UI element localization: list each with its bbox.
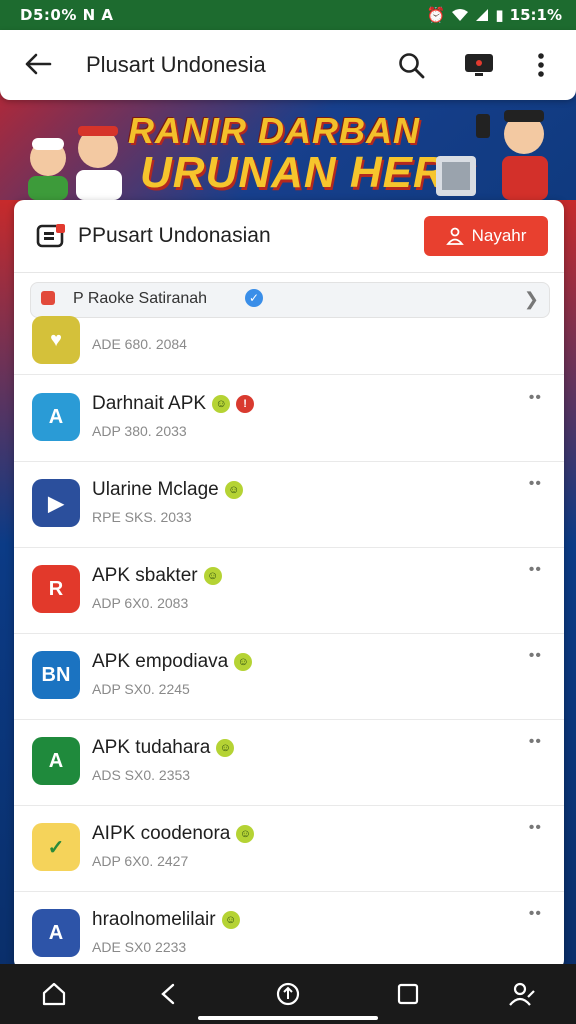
rating-badge-icon: ☺ bbox=[221, 911, 240, 929]
gesture-home-bar[interactable] bbox=[198, 1016, 378, 1020]
app-icon: A bbox=[32, 737, 80, 785]
recents-icon[interactable] bbox=[394, 980, 422, 1008]
alert-badge-icon: ! bbox=[236, 395, 255, 413]
app-icon: ♥ bbox=[32, 316, 80, 364]
rating-badge-icon: ☺ bbox=[216, 739, 235, 757]
mascot-left-illustration bbox=[28, 126, 122, 200]
profile-icon[interactable] bbox=[508, 980, 536, 1008]
mascot-right-illustration bbox=[436, 110, 548, 200]
list-item[interactable]: ✓ AIPK coodenora ☺ ADP 6X0. 2427 •• bbox=[14, 805, 564, 892]
app-name: APK empodiava ☺ bbox=[92, 651, 253, 673]
app-name: APK tudahara ☺ bbox=[92, 737, 235, 759]
more-options-icon[interactable]: •• bbox=[529, 733, 542, 751]
app-name: Ularine Mclage ☺ bbox=[92, 479, 243, 501]
back-arrow-icon[interactable] bbox=[24, 52, 52, 76]
app-name: AIPK coodenora ☺ bbox=[92, 823, 255, 845]
app-meta: ADP 6X0. 2083 bbox=[92, 595, 189, 611]
list-item[interactable]: BN APK empodiava ☺ ADP SX0. 2245 •• bbox=[14, 633, 564, 720]
pin-icon bbox=[41, 291, 55, 305]
rating-badge-icon: ☺ bbox=[234, 653, 253, 671]
app-meta: ADE 680. 2084 bbox=[92, 336, 187, 352]
status-right: ⏰ ▮ 15:1% bbox=[427, 6, 562, 24]
follow-button[interactable]: Nayahr bbox=[424, 216, 548, 256]
more-options-icon[interactable]: •• bbox=[529, 475, 542, 493]
app-icon: BN bbox=[32, 651, 80, 699]
list-item[interactable]: A Darhnait APK ☺! ADP 380. 2033 •• bbox=[14, 375, 564, 462]
app-icon: ✓ bbox=[32, 823, 80, 871]
status-bar: D5:0% N A ⏰ ▮ 15:1% bbox=[0, 0, 576, 30]
developer-card: PPusart Undonasian Nayahr P Raoke Satira… bbox=[14, 200, 564, 970]
app-meta: ADS SX0. 2353 bbox=[92, 767, 191, 783]
home-icon[interactable] bbox=[40, 980, 68, 1008]
app-meta: ADE SX0 2233 bbox=[92, 939, 187, 955]
rating-badge-icon: ☺ bbox=[224, 481, 243, 499]
more-options-icon[interactable]: •• bbox=[529, 647, 542, 665]
rating-badge-icon: ☺ bbox=[203, 567, 222, 585]
promo-banner[interactable]: RANIR DARBAN URUNAN HERS bbox=[0, 100, 576, 200]
rating-badge-icon: ☺ bbox=[236, 825, 255, 843]
more-options-icon[interactable]: •• bbox=[529, 389, 542, 407]
nav-back-icon[interactable] bbox=[154, 980, 182, 1008]
rating-badge-icon: ☺ bbox=[212, 395, 231, 413]
app-name: hraolnomelilair ☺ bbox=[92, 909, 240, 931]
share-icon[interactable] bbox=[274, 980, 302, 1008]
signal-icon bbox=[476, 9, 489, 21]
banner-title-line-2: URUNAN HERS bbox=[140, 148, 477, 197]
app-icon: ▶ bbox=[32, 479, 80, 527]
developer-header: PPusart Undonasian Nayahr bbox=[14, 200, 564, 273]
app-name: Darhnait APK ☺! bbox=[92, 393, 255, 415]
app-icon: A bbox=[32, 393, 80, 441]
page-title: Plusart Undonesia bbox=[86, 52, 266, 77]
list-item[interactable]: R APK sbakter ☺ ADP 6X0. 2083 •• bbox=[14, 547, 564, 634]
list-item[interactable]: A hraolnomelilair ☺ ADE SX0 2233 •• bbox=[14, 891, 564, 970]
app-name: APK sbakter ☺ bbox=[92, 565, 222, 587]
wifi-icon bbox=[452, 9, 469, 21]
list-item[interactable]: ♥ ADE 680. 2084 bbox=[14, 316, 564, 375]
list-item[interactable]: ▶ Ularine Mclage ☺ RPE SKS. 2033 •• bbox=[14, 461, 564, 548]
app-icon: A bbox=[32, 909, 80, 957]
person-icon bbox=[445, 227, 464, 245]
app-meta: ADP 6X0. 2427 bbox=[92, 853, 189, 869]
developer-logo-icon bbox=[36, 224, 65, 248]
status-time: D5:0% N A bbox=[20, 6, 114, 24]
follow-button-label: Nayahr bbox=[471, 226, 527, 245]
app-meta: ADP SX0. 2245 bbox=[92, 681, 190, 697]
alarm-icon: ⏰ bbox=[426, 6, 446, 24]
more-options-icon[interactable]: •• bbox=[529, 819, 542, 837]
app-bar: Plusart Undonesia bbox=[0, 30, 576, 100]
more-options-icon[interactable]: •• bbox=[529, 905, 542, 923]
more-options-icon[interactable]: •• bbox=[529, 561, 542, 579]
banner-title-line-1: RANIR DARBAN bbox=[128, 110, 420, 151]
search-icon[interactable] bbox=[396, 50, 426, 80]
system-nav-bar bbox=[0, 964, 576, 1024]
category-label: P Raoke Satiranah bbox=[73, 290, 208, 307]
list-item[interactable]: A APK tudahara ☺ ADS SX0. 2353 •• bbox=[14, 719, 564, 806]
battery-icon: ▮ bbox=[495, 6, 504, 24]
cast-icon[interactable] bbox=[464, 50, 494, 80]
developer-name: PPusart Undonasian bbox=[78, 224, 271, 247]
app-meta: RPE SKS. 2033 bbox=[92, 509, 192, 525]
battery-level: 15:1% bbox=[509, 6, 562, 24]
chevron-right-icon[interactable]: ❯ bbox=[524, 289, 539, 310]
verified-icon: ✓ bbox=[245, 289, 263, 307]
app-meta: ADP 380. 2033 bbox=[92, 423, 187, 439]
app-icon: R bbox=[32, 565, 80, 613]
overflow-menu-icon[interactable] bbox=[526, 50, 556, 80]
category-chip[interactable]: P Raoke Satiranah ✓ ❯ bbox=[30, 282, 550, 318]
